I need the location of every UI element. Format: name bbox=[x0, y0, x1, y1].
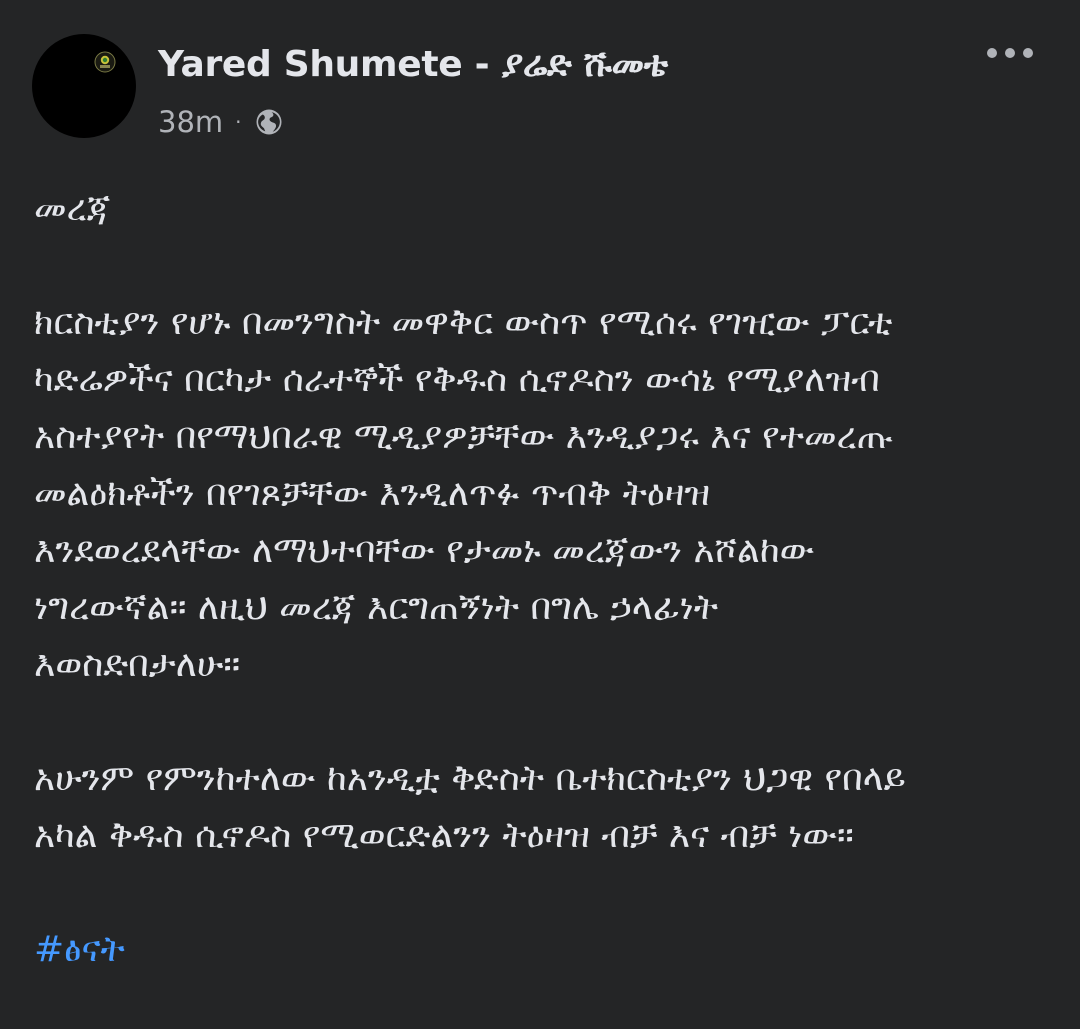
paragraph1-line: ካድሬዎችና በርካታ ሰራተኞች የቅዱስ ሲኖዶስን ውሳኔ የሚያለዝብ bbox=[34, 359, 880, 400]
timestamp[interactable]: 38m bbox=[158, 105, 223, 139]
paragraph2-line: አሁንም የምንከተለው ከአንዲቷ ቅድስት ቤተክርስቲያን ህጋዊ የበላ… bbox=[34, 758, 906, 799]
post-header: Yared Shumete - ያሬድ ሹመቴ 38m · bbox=[32, 34, 1048, 144]
meta-separator: · bbox=[235, 110, 242, 134]
paragraph2-line: አካል ቅዱስ ሲኖዶስ የሚወርድልንን ትዕዛዝ ብቻ እና ብቻ ነው። bbox=[34, 815, 854, 856]
post-title-line: መረጃ bbox=[34, 188, 111, 229]
more-options-button[interactable] bbox=[987, 40, 1033, 66]
post-body: መረጃ ክርስቲያን የሆኑ በመንግስት መዋቅር ውስጥ የሚሰሩ የገዢው… bbox=[34, 180, 1054, 978]
avatar[interactable] bbox=[32, 34, 136, 138]
facebook-post: Yared Shumete - ያሬድ ሹመቴ 38m · መረጃ ክርስቲያን… bbox=[0, 0, 1080, 1029]
emblem-icon bbox=[94, 51, 116, 73]
paragraph1-line: ነግረውኛል። ለዚህ መረጃ እርግጠኝነት በግሌ ኃላፊነት bbox=[34, 587, 719, 628]
author-name[interactable]: Yared Shumete - ያሬድ ሹመቴ bbox=[158, 44, 668, 86]
post-meta: 38m · bbox=[158, 104, 284, 140]
globe-icon bbox=[256, 109, 282, 135]
paragraph1-line: ክርስቲያን የሆኑ በመንግስት መዋቅር ውስጥ የሚሰሩ የገዢው ፓርቲ bbox=[34, 302, 893, 343]
paragraph1-line: እንደወረደላቸው ለማህተባቸው የታመኑ መረጃውን አሾልከው bbox=[34, 530, 815, 571]
paragraph1-line: አስተያየት በየማህበራዊ ሚዲያዎቻቸው እንዲያጋሩ እና የተመረጡ bbox=[34, 416, 894, 457]
paragraph1-line: መልዕክቶችን በየገጾቻቸው እንዲለጥፉ ጥብቅ ትዕዛዝ bbox=[34, 473, 711, 514]
hashtag-link[interactable]: #ፅናት bbox=[34, 929, 125, 970]
paragraph1-line: እወስድበታለሁ። bbox=[34, 644, 241, 685]
more-horizontal-icon bbox=[987, 48, 997, 58]
